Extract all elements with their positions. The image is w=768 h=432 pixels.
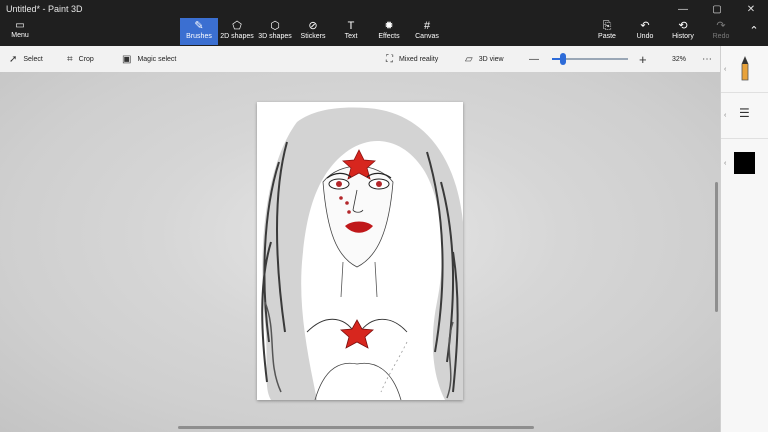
close-button[interactable]: ✕	[734, 0, 768, 18]
plus-icon: +	[639, 51, 647, 67]
minimize-button[interactable]: —	[666, 0, 700, 18]
pointer-icon: ➚	[9, 53, 18, 65]
redo-label: Redo	[712, 33, 730, 40]
zoom-percentage: 32%	[672, 55, 687, 63]
tab-brushes-label: Brushes	[186, 33, 212, 40]
minus-icon: —	[529, 53, 539, 65]
chevron-up-icon: ⌃	[749, 25, 759, 37]
artwork-woman-portrait	[261, 107, 463, 401]
tab-text[interactable]: T Text	[332, 18, 370, 45]
mixed-reality-label: Mixed reality	[399, 55, 439, 63]
select-button[interactable]: ➚ Select	[9, 46, 43, 72]
side-panel: ‹ ‹ ☰ ‹	[720, 46, 768, 432]
mixed-reality-icon: ⛶	[386, 53, 393, 65]
tab-2d-shapes[interactable]: ⬠ 2D shapes	[218, 18, 256, 45]
marker-icon	[741, 56, 749, 81]
crop-icon: ⌗	[67, 53, 73, 65]
tab-stickers[interactable]: ⊘ Stickers	[294, 18, 332, 45]
paste-button[interactable]: ⎘ Paste	[588, 18, 626, 45]
crop-label: Crop	[78, 55, 94, 63]
paste-icon: ⎘	[602, 20, 612, 32]
tab-stickers-label: Stickers	[300, 33, 326, 40]
tab-canvas-label: Canvas	[415, 33, 439, 40]
3d-view-icon: ▱	[465, 53, 473, 65]
maximize-button[interactable]: ▢	[700, 0, 734, 18]
brush-settings-button[interactable]: ‹ ☰	[721, 92, 768, 139]
tab-2d-shapes-label: 2D shapes	[220, 33, 254, 40]
zoom-slider[interactable]	[552, 53, 628, 65]
history-icon: ⟲	[678, 20, 688, 32]
tab-3d-shapes[interactable]: ⬡ 3D shapes	[256, 18, 294, 45]
paste-label: Paste	[598, 33, 616, 40]
collapse-ribbon-button[interactable]: ⌃	[740, 18, 768, 45]
title-and-ribbon-bar: Untitled* - Paint 3D — ▢ ✕ ▭ Menu ✎ Brus…	[0, 0, 768, 46]
horizontal-scrollbar[interactable]	[178, 426, 534, 429]
tab-canvas[interactable]: # Canvas	[408, 18, 446, 45]
tab-effects[interactable]: ✹ Effects	[370, 18, 408, 45]
2d-shapes-icon: ⬠	[232, 20, 242, 32]
drawing-canvas[interactable]	[257, 102, 463, 401]
redo-button[interactable]: ↷ Redo	[702, 18, 740, 45]
vertical-scrollbar[interactable]	[715, 182, 718, 312]
chevron-left-icon: ‹	[724, 160, 727, 167]
undo-label: Undo	[636, 33, 654, 40]
tab-text-label: Text	[344, 33, 358, 40]
menu-button[interactable]: ▭ Menu	[6, 20, 34, 42]
window-title: Untitled* - Paint 3D	[6, 4, 83, 14]
tab-3d-shapes-label: 3D shapes	[258, 33, 292, 40]
redo-icon: ↷	[716, 20, 726, 32]
undo-button[interactable]: ↶ Undo	[626, 18, 664, 45]
magic-select-icon: ▣	[122, 53, 132, 65]
menu-icon: ▭	[15, 20, 25, 31]
sliders-icon: ☰	[739, 106, 750, 120]
tool-options-bar: ➚ Select ⌗ Crop ▣ Magic select ⛶ Mixed r…	[0, 46, 720, 72]
text-icon: T	[347, 20, 355, 32]
magic-select-label: Magic select	[137, 55, 177, 63]
mixed-reality-button[interactable]: ⛶ Mixed reality	[386, 46, 438, 72]
tab-effects-label: Effects	[378, 33, 400, 40]
canvas-icon: #	[423, 20, 431, 32]
zoom-in-button[interactable]: +	[639, 46, 647, 72]
more-options-button[interactable]: ⋯	[702, 46, 712, 72]
zoom-value: 32%	[672, 46, 686, 72]
chevron-left-icon: ‹	[724, 66, 727, 73]
3d-view-label: 3D view	[478, 55, 504, 63]
history-label: History	[672, 33, 694, 40]
chevron-left-icon: ‹	[724, 112, 727, 119]
menu-label: Menu	[11, 32, 29, 39]
select-label: Select	[23, 55, 43, 63]
effects-icon: ✹	[384, 20, 394, 32]
3d-view-toggle[interactable]: ▱ 3D view	[465, 46, 504, 72]
zoom-out-button[interactable]: —	[529, 46, 539, 72]
magic-select-button[interactable]: ▣ Magic select	[122, 46, 176, 72]
history-button[interactable]: ⟲ History	[664, 18, 702, 45]
crop-button[interactable]: ⌗ Crop	[67, 46, 94, 72]
more-icon: ⋯	[702, 53, 712, 65]
brush-type-button[interactable]: ‹	[721, 46, 768, 93]
stickers-icon: ⊘	[308, 20, 318, 32]
brush-icon: ✎	[194, 20, 204, 32]
tab-brushes[interactable]: ✎ Brushes	[180, 18, 218, 45]
selected-color-swatch[interactable]	[734, 152, 755, 174]
undo-icon: ↶	[640, 20, 650, 32]
3d-shapes-icon: ⬡	[270, 20, 280, 32]
zoom-slider-thumb[interactable]	[559, 53, 566, 65]
